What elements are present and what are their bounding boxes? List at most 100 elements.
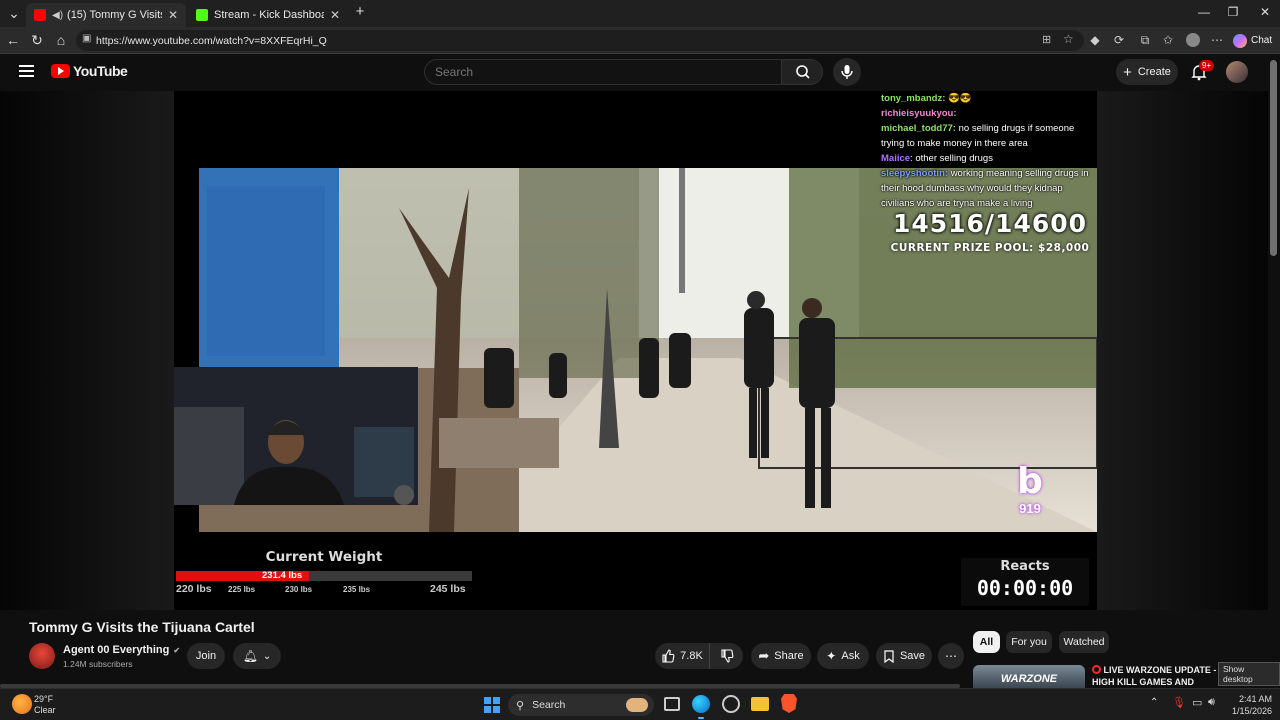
notification-badge: 9+ xyxy=(1199,60,1215,71)
show-hidden-icons[interactable]: ⌃ xyxy=(1150,697,1158,708)
profile-avatar-icon[interactable] xyxy=(1186,33,1200,47)
like-button[interactable]: 7.8K xyxy=(655,643,709,669)
recommended-title[interactable]: LIVE WARZONE UPDATE - HIGH KILL GAMES AN… xyxy=(1092,664,1220,688)
refresh-icon[interactable]: ↻ xyxy=(29,32,45,48)
channel-avatar[interactable] xyxy=(29,643,55,669)
microphone-in-use-icon[interactable]: 🎙︎ xyxy=(1172,696,1186,709)
chip-label: All xyxy=(979,636,994,648)
windows-taskbar: 29°F Clear ⚲ Search ⌃ 🎙︎ ▭ 🔊︎ 2:41 AM 1/… xyxy=(0,688,1280,720)
chat-label: Chat xyxy=(1251,35,1273,46)
save-button[interactable]: Save xyxy=(876,643,932,669)
hamburger-menu-icon[interactable] xyxy=(19,65,34,77)
file-explorer-icon[interactable] xyxy=(751,697,769,711)
weight-current-value: 231.4 lbs xyxy=(262,570,303,581)
ask-button[interactable]: ✦ Ask xyxy=(817,643,869,669)
share-arrow-icon: ➦ xyxy=(758,648,770,663)
stream-chat-overlay: tony_mbandz: 😎😎 richieisyuukyou: michael… xyxy=(881,91,1097,211)
channel-name-row: Agent 00 Everything ✔ xyxy=(63,644,180,656)
sparkle-icon: ✦ xyxy=(826,649,837,663)
home-icon[interactable]: ⌂ xyxy=(53,32,69,48)
volume-icon[interactable]: 🔊︎ xyxy=(1208,696,1215,709)
extension-icon[interactable]: ◆ xyxy=(1088,33,1102,47)
obs-icon[interactable] xyxy=(722,695,740,713)
search-icon: ⚲ xyxy=(516,699,525,712)
chip-all[interactable]: All xyxy=(973,631,1000,653)
clock[interactable]: 2:41 AM 1/15/2026 xyxy=(1228,693,1272,717)
notifications-button[interactable]: 9+ xyxy=(1190,60,1215,83)
channel-name[interactable]: Agent 00 Everything xyxy=(63,644,169,656)
active-app-indicator xyxy=(698,717,704,719)
tab-kick-dashboard[interactable]: Stream - Kick Dashboard ✕ xyxy=(188,3,348,27)
task-view-icon[interactable] xyxy=(664,697,680,711)
create-button[interactable]: + Create xyxy=(1116,59,1178,85)
more-actions-button[interactable]: ⋯ xyxy=(938,643,964,669)
url-text: https://www.youtube.com/watch?v=8XXFEqrH… xyxy=(96,34,327,47)
back-icon[interactable]: ← xyxy=(5,32,21,48)
close-window-icon[interactable]: ✕ xyxy=(1255,5,1275,19)
create-label: Create xyxy=(1137,66,1171,78)
copilot-chat-button[interactable]: Chat xyxy=(1233,32,1273,49)
chat-username: sleepyshootin: xyxy=(881,168,949,179)
more-menu-icon[interactable]: ⋯ xyxy=(1210,33,1224,47)
chip-for-you[interactable]: For you xyxy=(1006,631,1052,653)
extensions-puzzle-icon[interactable]: ⟳ xyxy=(1112,33,1126,47)
weather-moon-icon[interactable] xyxy=(12,694,32,714)
player-backdrop-left xyxy=(0,91,174,610)
favorite-star-icon[interactable]: ☆ xyxy=(1063,32,1074,46)
close-tab-icon[interactable]: ✕ xyxy=(330,8,340,22)
favorites-icon[interactable]: ✩ xyxy=(1161,33,1175,47)
reacts-title: Reacts xyxy=(1000,559,1050,574)
weather-temp: 29°F xyxy=(34,694,54,704)
windows-start-icon[interactable] xyxy=(484,697,500,713)
chat-message: sleepyshootin: working meaning selling d… xyxy=(881,166,1097,211)
ask-label: Ask xyxy=(841,650,860,662)
clock-time: 2:41 AM xyxy=(1238,694,1272,704)
youtube-logo[interactable]: YouTube xyxy=(51,63,128,79)
weight-tick-label: 235 lbs xyxy=(343,585,371,594)
chat-text: 😎😎 xyxy=(948,93,972,104)
clock-date: 1/15/2026 xyxy=(1231,706,1272,716)
address-bar[interactable]: ▣ https://www.youtube.com/watch?v=8XXFEq… xyxy=(76,30,1084,51)
dislike-button[interactable] xyxy=(709,643,743,669)
channel-watermark-logo: b 919 xyxy=(1010,463,1050,523)
chat-message: Maiice: other selling drugs xyxy=(881,151,1097,166)
reacts-timer-widget: Reacts 00:00:00 xyxy=(961,558,1089,606)
player-backdrop-right xyxy=(1097,91,1268,610)
recommended-thumbnail[interactable]: WARZONE xyxy=(973,665,1085,688)
join-button[interactable]: Join xyxy=(187,643,225,669)
sub-goal-counter: 14516/14600 xyxy=(892,209,1088,238)
search-input[interactable] xyxy=(425,60,781,84)
tab-title: Stream - Kick Dashboard xyxy=(214,9,324,21)
speaker-icon[interactable]: ◀) xyxy=(52,10,63,21)
chat-text: : other selling drugs xyxy=(910,153,993,164)
chip-label: Watched xyxy=(1063,636,1105,648)
search-button[interactable] xyxy=(781,59,823,85)
thumbs-up-icon xyxy=(662,649,675,663)
brave-browser-icon[interactable] xyxy=(781,694,797,713)
tab-youtube[interactable]: ◀) (15) Tommy G Visits the Tijuana Carte… xyxy=(26,3,186,27)
split-screen-icon[interactable]: ⧉ xyxy=(1138,33,1152,47)
browser-tab-bar: ⌄ ◀) (15) Tommy G Visits the Tijuana Car… xyxy=(0,0,1280,27)
voice-search-button[interactable] xyxy=(833,58,861,86)
new-tab-icon[interactable]: + xyxy=(350,3,370,20)
chevron-down-icon: ⌄ xyxy=(262,650,272,662)
minimize-icon[interactable]: — xyxy=(1194,5,1214,19)
app-available-icon[interactable]: ⊞ xyxy=(1042,33,1051,46)
tab-list-chevron-icon[interactable]: ⌄ xyxy=(6,5,22,21)
edge-browser-icon[interactable] xyxy=(692,695,710,713)
close-tab-icon[interactable]: ✕ xyxy=(168,8,178,22)
restore-icon[interactable]: ❐ xyxy=(1223,5,1243,19)
chat-username: richieisyuukyou: xyxy=(881,108,957,119)
scrollbar-thumb[interactable] xyxy=(1270,60,1277,256)
chip-watched[interactable]: Watched xyxy=(1059,631,1109,653)
network-icon[interactable]: ▭ xyxy=(1192,696,1202,709)
show-desktop-tooltip: Show desktop xyxy=(1218,662,1280,686)
kick-favicon-icon xyxy=(196,9,208,21)
share-button[interactable]: ➦ Share xyxy=(751,643,811,669)
weight-tick-label: 230 lbs xyxy=(285,585,313,594)
site-info-icon[interactable]: ▣ xyxy=(82,33,91,44)
subscribed-notifications-button[interactable]: 🔔︎ ⌄ xyxy=(233,643,281,669)
taskbar-search-box[interactable]: ⚲ Search xyxy=(508,694,654,716)
account-avatar[interactable] xyxy=(1226,61,1248,83)
video-player[interactable]: tony_mbandz: 😎😎 richieisyuukyou: michael… xyxy=(174,91,1097,610)
